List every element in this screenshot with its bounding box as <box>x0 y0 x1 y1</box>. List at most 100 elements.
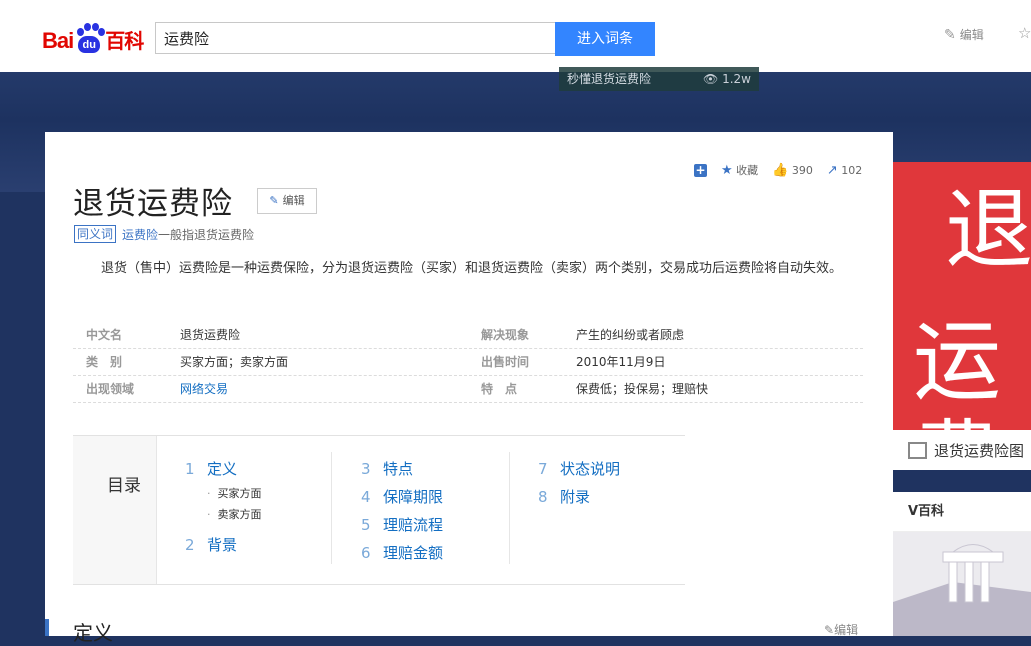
toc-divider <box>331 452 332 564</box>
pencil-icon: ✎ <box>944 27 956 43</box>
info-value: 保费低；投保易；理赔快 <box>576 382 709 396</box>
section-marker <box>45 619 49 636</box>
toc-num: 3 <box>361 460 371 478</box>
toc-num: 1 <box>185 460 195 478</box>
summary-image[interactable]: 退 运费 <box>893 162 1031 430</box>
video-views-count: 1.2w <box>722 72 751 86</box>
title-edit-button[interactable]: ✎ 编辑 <box>257 188 317 214</box>
info-value-link[interactable]: 网络交易 <box>180 376 228 402</box>
info-key: 特 点 <box>481 382 518 396</box>
synonym-text: 运费险一般指退货运费险 <box>122 226 254 243</box>
image-text-1: 退 <box>945 178 1031 281</box>
toc-title: 目录 <box>107 476 141 496</box>
baidu-baike-logo[interactable]: Bai du 百科 <box>42 20 144 54</box>
toc-column-2: 3 特点 4 保障期限 5 理赔流程 6 理赔金额 <box>361 455 443 567</box>
favorite-button[interactable]: ★ 收藏 <box>721 162 758 178</box>
info-row: 中文名 退货运费险 解决现象 产生的纠纷或者顾虑 <box>73 322 863 349</box>
toc-subitem[interactable]: · 卖家方面 <box>185 504 262 525</box>
like-button[interactable]: 👍 390 <box>772 163 813 178</box>
info-row: 出现领域 网络交易 特 点 保费低；投保易；理赔快 <box>73 376 863 403</box>
toc-num: 6 <box>361 544 371 562</box>
toc-label: 状态说明 <box>560 460 621 478</box>
toc-label: 保障期限 <box>383 488 444 506</box>
logo-bai: Bai <box>42 28 74 53</box>
pencil-icon: ✎ <box>269 194 279 207</box>
top-bar: Bai du 百科 运费险 进入词条 ✎ 编辑 ☆ <box>0 0 1031 73</box>
toc-label: 定义 <box>207 460 238 478</box>
thumbs-up-icon: 👍 <box>772 162 789 178</box>
gallery-icon <box>908 442 927 459</box>
video-title: 秒懂退货运费险 <box>567 72 652 86</box>
toc-divider <box>509 452 510 564</box>
caption-label: 退货运费险图 <box>934 442 1025 460</box>
star-icon[interactable]: ☆ <box>1018 24 1031 42</box>
info-key: 中文名 <box>86 328 123 342</box>
enter-entry-button[interactable]: 进入词条 <box>555 22 655 56</box>
share-count: 102 <box>841 163 863 177</box>
info-key: 出现领域 <box>86 382 135 396</box>
info-value: 退货运费险 <box>180 328 241 342</box>
bullet: · <box>207 508 211 521</box>
section-edit-label: 编辑 <box>834 623 859 637</box>
toc-item[interactable]: 3 特点 <box>361 455 443 483</box>
video-views: 👁 1.2w <box>703 67 751 91</box>
toc-column-3: 7 状态说明 8 附录 <box>538 455 620 511</box>
toc-item[interactable]: 2 背景 <box>185 531 262 559</box>
title-edit-label: 编辑 <box>282 194 305 207</box>
pencil-icon: ✎ <box>824 623 835 637</box>
toc-num: 5 <box>361 516 371 534</box>
toc-num: 8 <box>538 488 548 506</box>
add-icon[interactable]: + <box>694 163 707 177</box>
toc-item[interactable]: 4 保障期限 <box>361 483 443 511</box>
vbaike-thumbnail[interactable] <box>893 532 1031 636</box>
info-row: 类 别 买家方面；卖家方面 出售时间 2010年11月9日 <box>73 349 863 376</box>
entry-summary: 退货（售中）运费险是一种运费保险，分为退货运费险（买家）和退货运费险（卖家）两个… <box>101 261 843 276</box>
toc-item[interactable]: 8 附录 <box>538 483 620 511</box>
video-pill[interactable]: 秒懂退货运费险 👁 1.2w <box>559 67 759 91</box>
favorite-label: 收藏 <box>736 164 759 177</box>
info-value: 产生的纠纷或者顾虑 <box>576 328 685 342</box>
toc-item[interactable]: 7 状态说明 <box>538 455 620 483</box>
eye-icon: 👁 <box>703 72 719 86</box>
bullet: · <box>207 487 211 500</box>
search-input[interactable]: 运费险 <box>155 22 555 54</box>
entry-actions: + ★ 收藏 👍 390 ↗ 102 <box>694 162 862 178</box>
logo-du: du <box>78 36 101 53</box>
info-key: 出售时间 <box>481 355 530 369</box>
share-button[interactable]: ↗ 102 <box>827 163 862 178</box>
top-edit-button[interactable]: ✎ 编辑 <box>944 26 984 43</box>
toc-item[interactable]: 5 理赔流程 <box>361 511 443 539</box>
synonym-link[interactable]: 运费险 <box>122 228 158 242</box>
toc-label: 理赔金额 <box>383 544 444 562</box>
toc-column-1: 1 定义 · 买家方面 · 卖家方面 2 背景 <box>185 455 262 559</box>
toc-label: 特点 <box>383 460 414 478</box>
image-text-2: 运费 <box>913 310 1002 431</box>
share-icon: ↗ <box>826 162 838 178</box>
toc-num: 4 <box>361 488 371 506</box>
info-value: 买家方面；卖家方面 <box>180 355 289 369</box>
toc-num: 2 <box>185 536 195 554</box>
like-count: 390 <box>791 163 813 177</box>
toc-item[interactable]: 1 定义 <box>185 455 262 483</box>
section-title: 定义 <box>73 621 113 645</box>
toc-item[interactable]: 6 理赔金额 <box>361 539 443 567</box>
toc-subitem[interactable]: · 买家方面 <box>185 483 262 504</box>
section-edit-button[interactable]: ✎编辑 <box>824 621 858 638</box>
top-edit-label: 编辑 <box>959 28 984 42</box>
image-caption[interactable]: 退货运费险图 <box>893 430 1031 470</box>
vbaike-photo <box>893 532 1031 636</box>
synonym-tag: 同义词 <box>74 225 117 243</box>
info-key: 解决现象 <box>481 328 530 342</box>
toc-label: 附录 <box>560 488 591 506</box>
toc-num: 7 <box>538 460 548 478</box>
info-value: 2010年11月9日 <box>576 355 666 369</box>
toc-label: 理赔流程 <box>383 516 444 534</box>
synonym-desc: 一般指退货运费险 <box>158 228 255 242</box>
logo-baike: 百科 <box>105 29 144 53</box>
paw-icon: du <box>74 22 106 54</box>
toc-sublabel: 卖家方面 <box>217 508 262 521</box>
toc-label-box <box>73 436 157 584</box>
toc-label: 背景 <box>207 536 238 554</box>
table-of-contents: 目录 1 定义 · 买家方面 · 卖家方面 2 背景 3 特点 4 保障期限 5 理赔流程 6… <box>73 435 685 585</box>
basic-info-table: 中文名 退货运费险 解决现象 产生的纠纷或者顾虑 类 别 买家方面；卖家方面 出… <box>73 322 863 403</box>
